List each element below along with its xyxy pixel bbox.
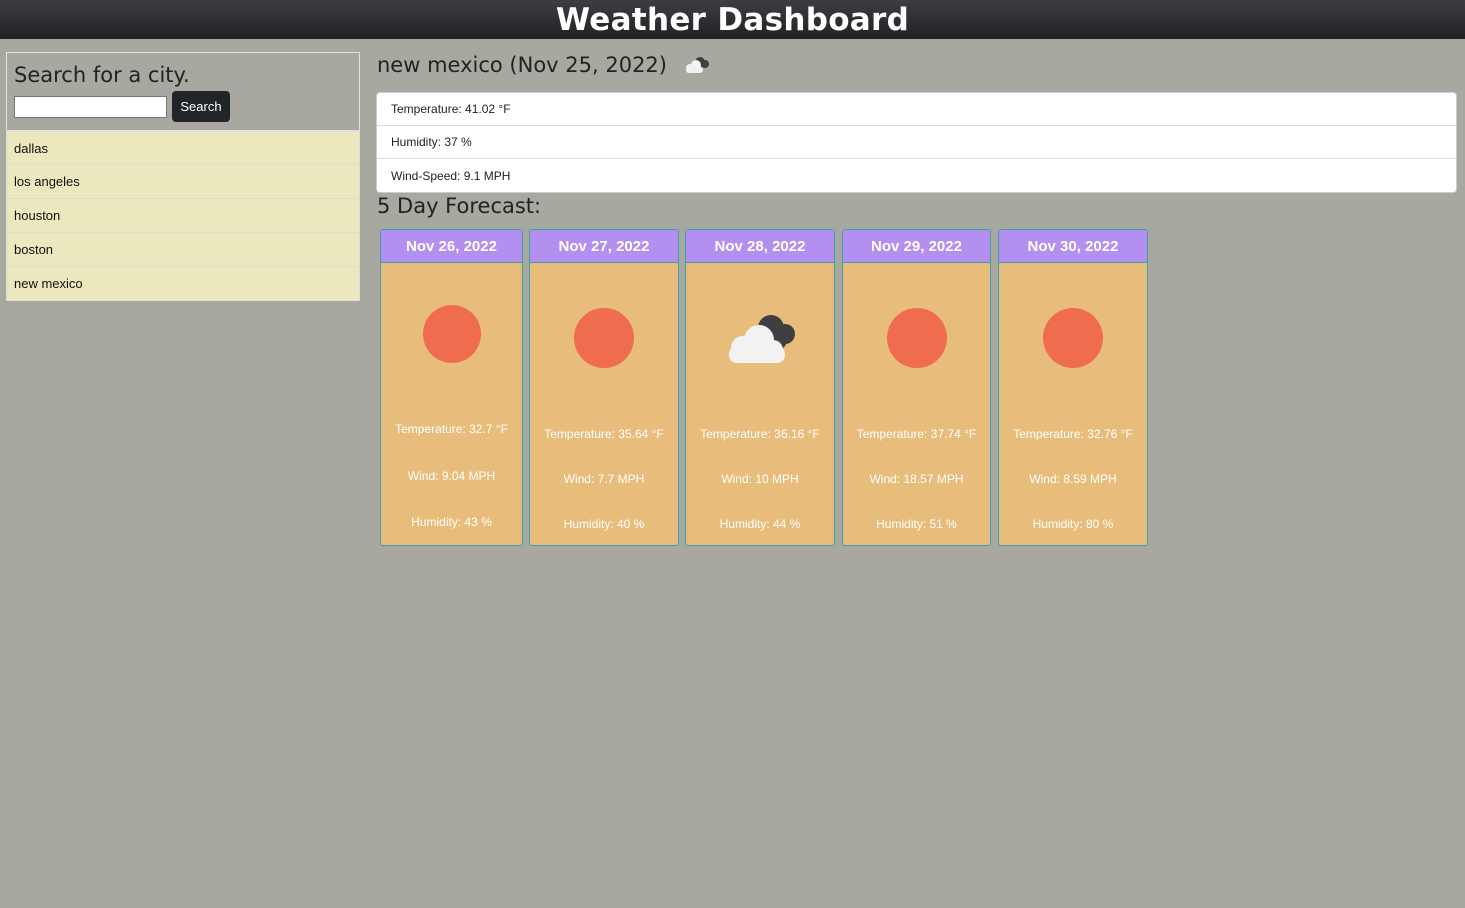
forecast-date: Nov 26, 2022 — [381, 230, 522, 263]
forecast-date: Nov 29, 2022 — [843, 230, 990, 263]
search-button[interactable]: Search — [172, 91, 230, 122]
search-history-list: dallas los angeles houston boston new me… — [6, 131, 360, 301]
sidebar: Search for a city. Search dallas los ang… — [6, 52, 360, 301]
history-item-dallas[interactable]: dallas — [6, 131, 360, 165]
forecast-temperature: Temperature: 37.74 °F — [856, 427, 977, 441]
history-item-new-mexico[interactable]: new mexico — [6, 267, 360, 301]
sun-icon — [886, 308, 947, 368]
sun-icon — [574, 308, 634, 368]
forecast-humidity: Humidity: 44 % — [719, 517, 801, 531]
forecast-humidity: Humidity: 51 % — [876, 517, 957, 531]
forecast-card: Nov 27, 2022 Temperature: 35.64 °F Wind:… — [529, 229, 679, 546]
current-weather-stats: Temperature: 41.02 °F Humidity: 37 % Win… — [376, 92, 1457, 193]
current-humidity: Humidity: 37 % — [377, 126, 1456, 159]
forecast-date: Nov 30, 2022 — [999, 230, 1147, 263]
sun-icon — [1043, 308, 1103, 368]
search-row: Search — [14, 91, 352, 122]
forecast-card: Nov 26, 2022 Temperature: 32.7 °F Wind: … — [380, 229, 523, 546]
forecast-date: Nov 27, 2022 — [530, 230, 678, 263]
history-item-boston[interactable]: boston — [6, 233, 360, 267]
forecast-humidity: Humidity: 40 % — [563, 517, 645, 531]
forecast-wind: Wind: 10 MPH — [721, 472, 799, 486]
search-panel: Search for a city. Search — [6, 52, 360, 131]
forecast-temperature: Temperature: 36.16 °F — [700, 427, 820, 441]
history-item-houston[interactable]: houston — [6, 199, 360, 233]
forecast-wind: Wind: 8.59 MPH — [1029, 472, 1117, 486]
city-search-input[interactable] — [14, 95, 167, 118]
current-wind-speed: Wind-Speed: 9.1 MPH — [391, 168, 511, 183]
forecast-heading: 5 Day Forecast: — [377, 194, 542, 218]
current-temperature: Temperature: 41.02 °F — [377, 93, 1456, 126]
forecast-wind: Wind: 7.7 MPH — [563, 472, 645, 486]
forecast-temperature: Temperature: 32.76 °F — [1013, 427, 1133, 441]
app-header: Weather Dashboard — [0, 0, 1465, 39]
forecast-temperature: Temperature: 32.7 °F — [395, 422, 508, 436]
current-weather-header: new mexico (Nov 25, 2022) — [377, 50, 713, 80]
cloudy-icon — [729, 315, 795, 363]
forecast-card: Nov 29, 2022 Temperature: 37.74 °F Wind:… — [842, 229, 991, 546]
forecast-humidity: Humidity: 43 % — [411, 515, 492, 529]
app-title: Weather Dashboard — [555, 1, 910, 38]
forecast-card: Nov 28, 2022 Temperature: 36.16 °F Wind:… — [685, 229, 835, 546]
forecast-wind: Wind: 18.57 MPH — [869, 472, 964, 486]
forecast-humidity: Humidity: 80 % — [1032, 517, 1114, 531]
history-item-los-angeles[interactable]: los angeles — [6, 165, 360, 199]
forecast-card: Nov 30, 2022 Temperature: 32.76 °F Wind:… — [998, 229, 1148, 546]
current-city-date: new mexico (Nov 25, 2022) — [377, 53, 667, 77]
search-heading: Search for a city. — [14, 63, 190, 87]
cloudy-icon — [685, 57, 709, 73]
forecast-temperature: Temperature: 35.64 °F — [544, 427, 664, 441]
sun-icon — [422, 305, 481, 363]
forecast-date: Nov 28, 2022 — [686, 230, 834, 263]
forecast-wind: Wind: 9.04 MPH — [407, 469, 496, 483]
